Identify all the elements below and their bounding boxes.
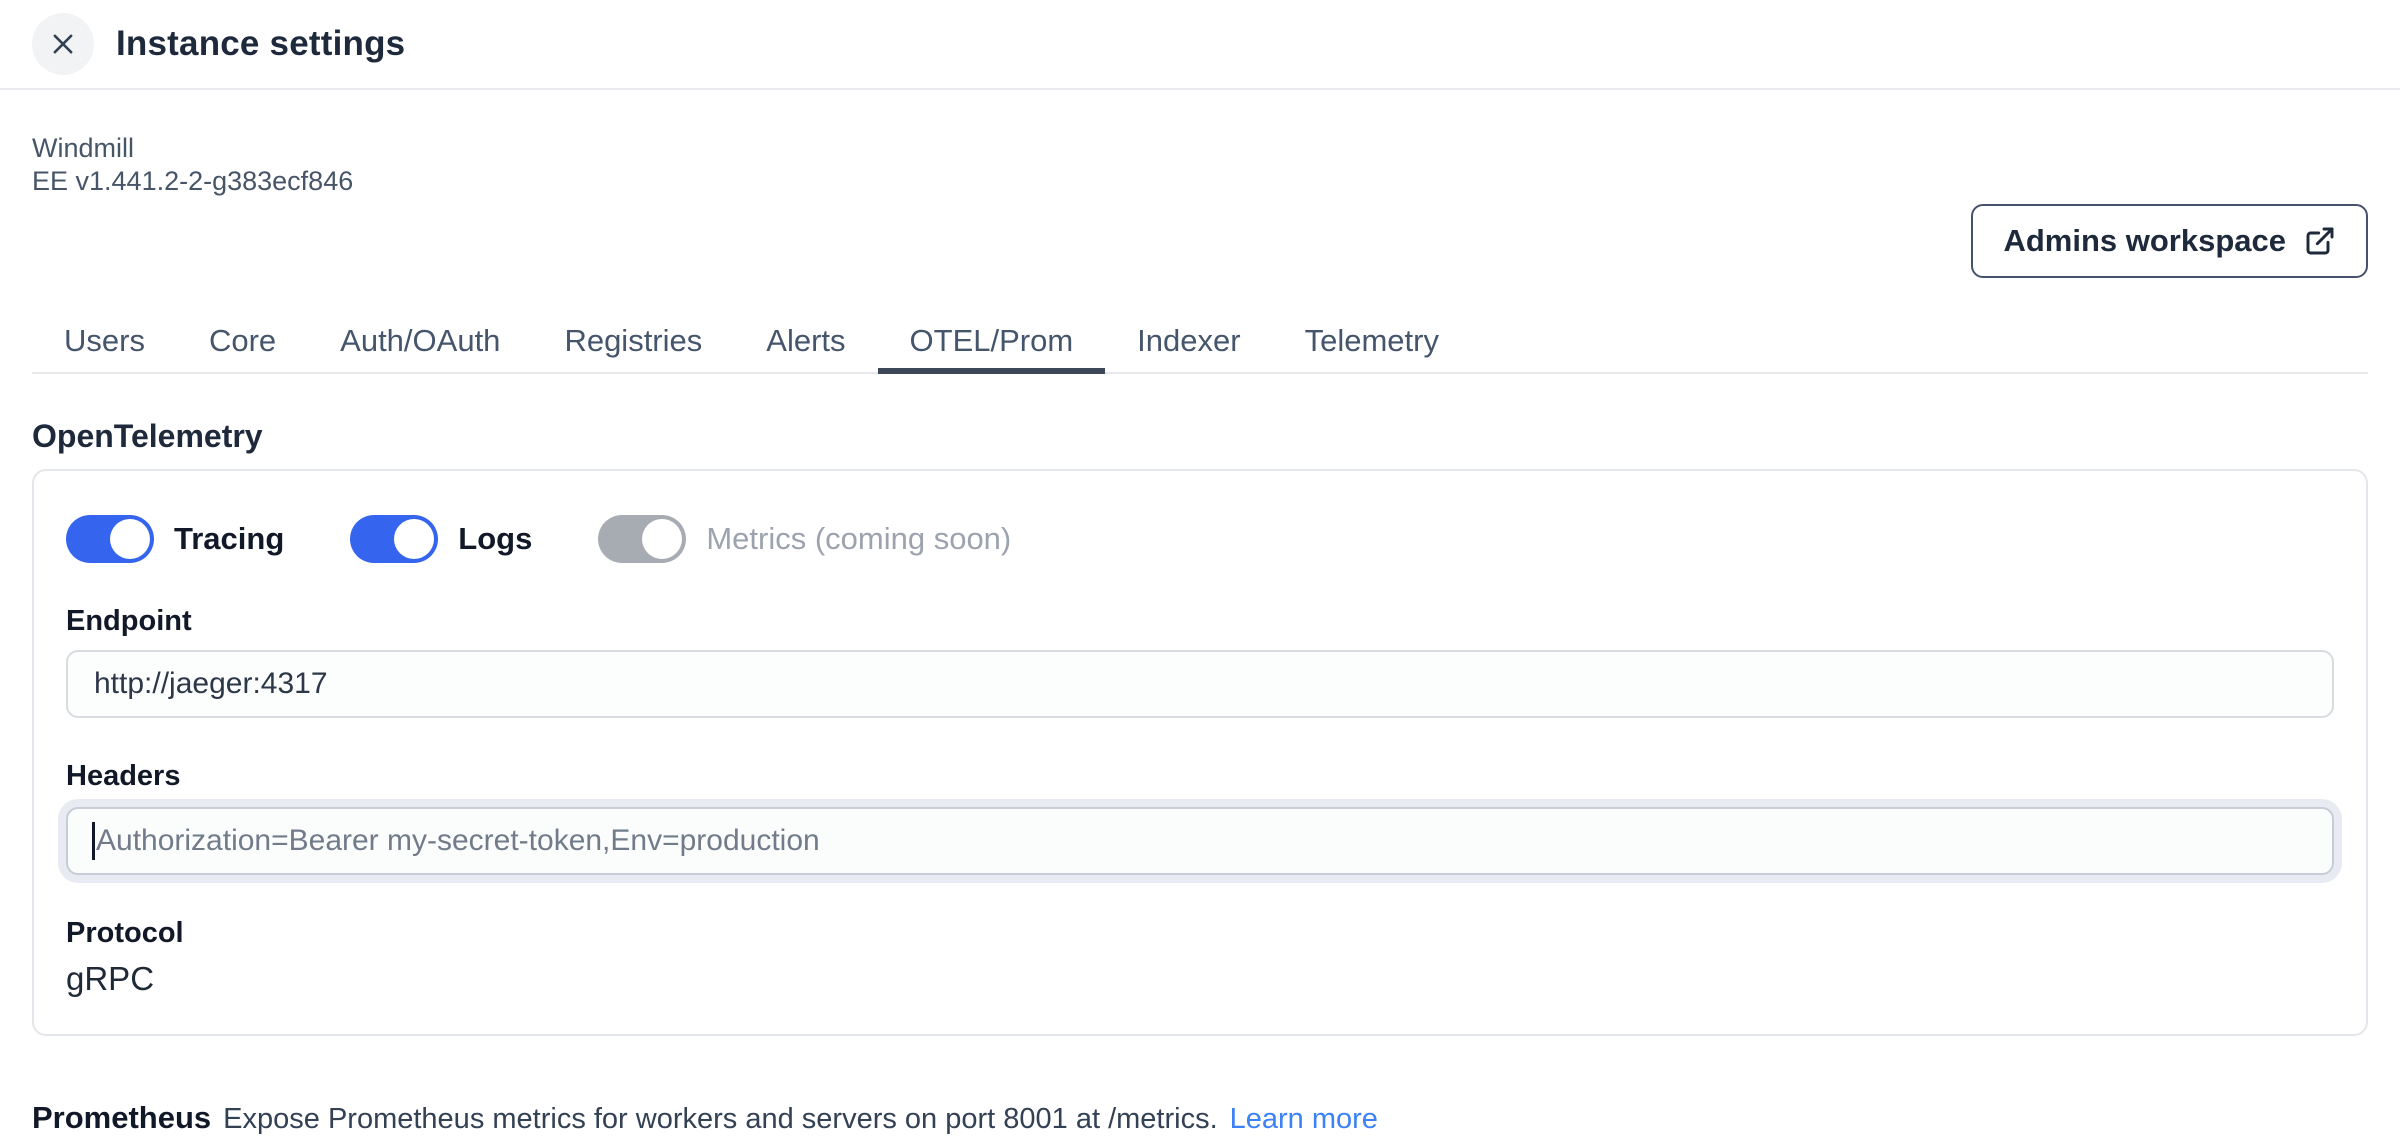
otel-card: Tracing Logs Metrics (coming soon) Endpo… bbox=[32, 469, 2368, 1036]
otel-heading: OpenTelemetry bbox=[32, 418, 2368, 455]
content: Windmill EE v1.441.2-2-g383ecf846 Admins… bbox=[0, 132, 2400, 1142]
admins-workspace-button[interactable]: Admins workspace bbox=[1971, 204, 2368, 278]
app-version: EE v1.441.2-2-g383ecf846 bbox=[32, 165, 2368, 198]
headers-placeholder: Authorization=Bearer my-secret-token,Env… bbox=[96, 824, 820, 858]
app-name: Windmill bbox=[32, 132, 2368, 165]
toggle-knob bbox=[642, 519, 682, 559]
endpoint-input[interactable] bbox=[66, 650, 2334, 718]
text-caret bbox=[92, 822, 95, 860]
prometheus-section: Prometheus Expose Prometheus metrics for… bbox=[32, 1100, 2368, 1136]
tab-indexer[interactable]: Indexer bbox=[1105, 314, 1272, 374]
tracing-label: Tracing bbox=[174, 521, 284, 557]
toggle-knob bbox=[110, 519, 150, 559]
tab-telemetry[interactable]: Telemetry bbox=[1273, 314, 1471, 374]
logs-toggle[interactable] bbox=[350, 515, 438, 563]
external-link-icon bbox=[2304, 225, 2336, 257]
endpoint-label: Endpoint bbox=[66, 605, 2334, 638]
tab-users[interactable]: Users bbox=[32, 314, 177, 374]
tab-bar: Users Core Auth/OAuth Registries Alerts … bbox=[32, 314, 2368, 374]
app-version-block: Windmill EE v1.441.2-2-g383ecf846 bbox=[32, 132, 2368, 198]
toggle-knob bbox=[394, 519, 434, 559]
headers-label: Headers bbox=[66, 760, 2334, 793]
prometheus-description: Expose Prometheus metrics for workers an… bbox=[223, 1103, 1217, 1136]
admins-workspace-label: Admins workspace bbox=[2003, 223, 2286, 259]
otel-toggle-row: Tracing Logs Metrics (coming soon) bbox=[66, 515, 2334, 563]
tab-alerts[interactable]: Alerts bbox=[734, 314, 877, 374]
learn-more-link[interactable]: Learn more bbox=[1230, 1103, 1378, 1136]
tracing-toggle[interactable] bbox=[66, 515, 154, 563]
close-button[interactable] bbox=[32, 13, 94, 75]
protocol-value: gRPC bbox=[66, 960, 2334, 998]
prometheus-heading: Prometheus bbox=[32, 1100, 211, 1136]
logs-toggle-group: Logs bbox=[350, 515, 532, 563]
metrics-label: Metrics (coming soon) bbox=[706, 521, 1011, 557]
logs-label: Logs bbox=[458, 521, 532, 557]
tab-otel-prom[interactable]: OTEL/Prom bbox=[878, 314, 1106, 374]
headers-input[interactable]: Authorization=Bearer my-secret-token,Env… bbox=[66, 807, 2334, 875]
header: Instance settings bbox=[0, 0, 2400, 90]
page-title: Instance settings bbox=[116, 24, 405, 64]
metrics-toggle-group: Metrics (coming soon) bbox=[598, 515, 1011, 563]
close-icon bbox=[49, 30, 77, 58]
tab-registries[interactable]: Registries bbox=[532, 314, 734, 374]
tab-core[interactable]: Core bbox=[177, 314, 308, 374]
protocol-label: Protocol bbox=[66, 917, 2334, 950]
metrics-toggle bbox=[598, 515, 686, 563]
tracing-toggle-group: Tracing bbox=[66, 515, 284, 563]
tab-auth-oauth[interactable]: Auth/OAuth bbox=[308, 314, 532, 374]
